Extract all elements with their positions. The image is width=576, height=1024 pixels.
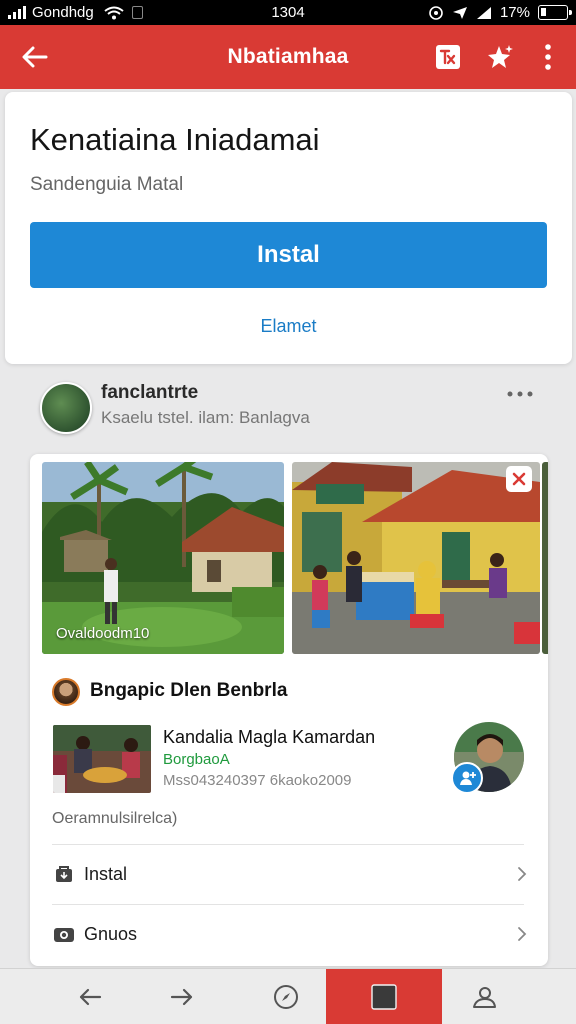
secondary-link[interactable]: Elamet	[5, 316, 572, 337]
person-add-icon	[460, 771, 476, 785]
install-button[interactable]: Instal	[30, 222, 547, 288]
translate-button[interactable]	[422, 25, 474, 89]
list-row-label: Gnuos	[84, 923, 138, 944]
back-arrow-icon	[22, 46, 48, 68]
back-button[interactable]	[0, 25, 70, 89]
translate-icon	[436, 45, 460, 69]
app-bar: Nbatiamhaa	[0, 25, 576, 89]
tabs-square-icon	[371, 984, 397, 1010]
nav-explore-button[interactable]	[256, 969, 316, 1024]
item-thumbnail[interactable]	[53, 725, 151, 793]
close-icon	[512, 472, 526, 486]
divider	[52, 904, 524, 905]
item-title[interactable]: Kandalia Magla Kamardan	[163, 727, 375, 748]
list-row-label: Instal	[84, 863, 128, 884]
bottom-nav	[0, 968, 576, 1024]
item-subtitle: BorgbaoA	[163, 751, 230, 768]
cell-signal-icon	[476, 6, 491, 19]
divider	[52, 844, 524, 845]
close-photo-button[interactable]	[506, 466, 532, 492]
notification-icon	[131, 6, 143, 19]
more-horiz-icon[interactable]	[506, 384, 544, 406]
profile-name[interactable]: fanclantrte	[101, 382, 198, 404]
nav-profile-button[interactable]	[454, 969, 514, 1024]
profile-avatar[interactable]	[40, 382, 92, 434]
poster-avatar[interactable]	[52, 678, 80, 706]
status-bar: Gondhdg 1304 17%	[0, 0, 576, 25]
street-stall-image	[292, 462, 540, 654]
market-photo-image	[53, 725, 151, 793]
install-box-icon	[52, 862, 76, 886]
chevron-right-icon	[518, 867, 527, 881]
add-friend-button[interactable]	[451, 762, 483, 794]
compass-icon	[274, 985, 298, 1009]
nav-tabs-button[interactable]	[326, 969, 442, 1024]
feed-card: Ovaldoodm10 Bngapic Dlen Benbrla Kandali…	[30, 454, 548, 966]
more-options-button[interactable]	[526, 25, 570, 89]
nav-forward-button[interactable]	[152, 969, 212, 1024]
app-title: Kenatiaina Iniadamai	[30, 122, 320, 157]
photo-street-stall[interactable]	[292, 462, 540, 654]
carrier-label: Gondhdg	[32, 4, 94, 21]
camera-icon	[52, 922, 76, 946]
card-footnote: Oeramnulsilrelca)	[52, 810, 178, 827]
profile-icon	[473, 987, 496, 1008]
nav-back-button[interactable]	[60, 969, 120, 1024]
battery-icon	[538, 5, 572, 20]
list-row-groups[interactable]: Gnuos	[52, 906, 530, 962]
location-icon	[452, 6, 467, 19]
nav-back-icon	[79, 988, 102, 1006]
wifi-icon	[104, 6, 124, 19]
favorite-button[interactable]	[474, 25, 526, 89]
install-card: Kenatiaina Iniadamai Sandenguia Matal In…	[5, 92, 572, 364]
battery-percent: 17%	[499, 4, 530, 21]
poster-name[interactable]: Bngapic Dlen Benbrla	[90, 680, 287, 702]
more-vert-icon	[545, 44, 551, 70]
photo-next-peek[interactable]	[542, 462, 548, 654]
star-sparkle-icon	[488, 45, 513, 68]
profile-meta: Ksaelu tstel. ilam: Banlagva	[101, 408, 310, 427]
app-subtitle: Sandenguia Matal	[30, 174, 184, 195]
item-meta: Mss043240397 6kaoko2009	[163, 772, 352, 789]
list-row-install[interactable]: Instal	[52, 846, 530, 902]
nav-forward-icon	[170, 988, 193, 1006]
signal-icon	[8, 6, 26, 19]
alarm-icon	[429, 5, 443, 20]
photo-caption: Ovaldoodm10	[56, 625, 150, 642]
chevron-right-icon	[518, 927, 527, 941]
photo-village-garden[interactable]: Ovaldoodm10	[42, 462, 284, 654]
